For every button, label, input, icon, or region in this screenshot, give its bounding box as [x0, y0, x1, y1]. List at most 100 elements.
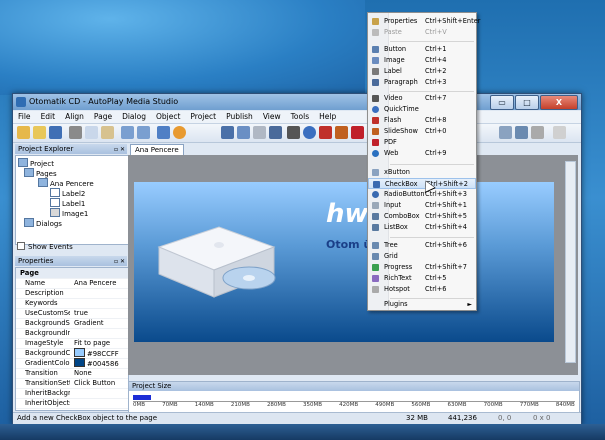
pdf-icon	[372, 139, 379, 146]
close-button[interactable]: X	[540, 95, 578, 110]
menu-item-tree[interactable]: Tree Ctrl+Shift+6	[368, 240, 476, 251]
panel-pin-close-icon[interactable]: ▫ ✕	[114, 257, 125, 267]
menu-item-button[interactable]: Button Ctrl+1	[368, 44, 476, 55]
preview-icon[interactable]	[157, 126, 170, 139]
menu-item-progress[interactable]: Progress Ctrl+Shift+7	[368, 262, 476, 273]
status-position: 0, 0	[498, 414, 512, 422]
ruler-tick: 0MB	[133, 402, 146, 408]
pencil-icon[interactable]	[553, 126, 566, 139]
tree-label1[interactable]: Label1	[50, 198, 85, 208]
menu-project[interactable]: Project	[185, 111, 221, 121]
menu-help[interactable]: Help	[314, 111, 341, 121]
status-dimensions: 0 x 0	[533, 414, 551, 422]
web-icon	[372, 150, 379, 157]
project-size-panel: Project Size 0MB 70MB 140MB 210MB 280MB …	[128, 381, 580, 413]
menu-item-quicktime[interactable]: QuickTime	[368, 104, 476, 115]
tree-project[interactable]: Project	[18, 158, 54, 168]
save-icon[interactable]	[49, 126, 62, 139]
menu-item-hotspot[interactable]: Hotspot Ctrl+6	[368, 284, 476, 295]
mac-mini-image[interactable]	[149, 212, 279, 307]
copy-icon[interactable]	[85, 126, 98, 139]
paragraph-object-icon[interactable]	[269, 126, 282, 139]
menu-align[interactable]: Align	[60, 111, 89, 121]
hotspot-icon	[372, 286, 379, 293]
desktop-background	[0, 0, 365, 95]
video-object-icon[interactable]	[287, 126, 300, 139]
menu-item-listbox[interactable]: ListBox Ctrl+Shift+4	[368, 222, 476, 233]
quicktime-object-icon[interactable]	[303, 126, 316, 139]
menu-item-pdf[interactable]: PDF	[368, 137, 476, 148]
image-object-icon[interactable]	[237, 126, 250, 139]
radiobutton-icon	[372, 191, 379, 198]
show-events-checkbox[interactable]: Show Events	[17, 242, 73, 251]
property-row[interactable]: InheritObjectsF	[16, 398, 128, 409]
menu-item-grid[interactable]: Grid	[368, 251, 476, 262]
tree-ana-pencere[interactable]: Ana Pencere	[38, 178, 94, 188]
menu-item-image[interactable]: Image Ctrl+4	[368, 55, 476, 66]
grid-tool-icon[interactable]	[499, 126, 512, 139]
menu-item-slideshow[interactable]: SlideShow Ctrl+0	[368, 126, 476, 137]
menu-publish[interactable]: Publish	[221, 111, 258, 121]
panel-pin-close-icon[interactable]: ▫ ✕	[114, 145, 125, 155]
button-icon	[372, 46, 379, 53]
menu-item-paragraph[interactable]: Paragraph Ctrl+3	[368, 77, 476, 88]
menu-bar: File Edit Align Page Dialog Object Project Publ…	[13, 111, 581, 124]
menu-object[interactable]: Object	[151, 111, 185, 121]
table-tool-icon[interactable]	[515, 126, 528, 139]
maximize-button[interactable]: □	[515, 95, 539, 110]
menu-edit[interactable]: Edit	[36, 111, 61, 121]
paste-icon[interactable]	[101, 126, 114, 139]
menu-item-plugins[interactable]: Plugins ►	[368, 299, 476, 310]
button-object-icon[interactable]	[221, 126, 234, 139]
cut-icon[interactable]	[69, 126, 82, 139]
app-icon	[16, 97, 26, 107]
status-message: Add a new CheckBox object to the page	[17, 414, 157, 422]
menu-separator	[390, 164, 474, 165]
page-canvas[interactable]: hw om Otom ükleyici	[134, 182, 554, 342]
open-folder-icon[interactable]	[33, 126, 46, 139]
label-icon	[50, 198, 60, 207]
label-icon	[372, 68, 379, 75]
menu-item-paste[interactable]: Paste Ctrl+V	[368, 27, 476, 38]
window-title: Otomatik CD - AutoPlay Media Studio	[29, 97, 179, 106]
tree-pages[interactable]: Pages	[24, 168, 57, 178]
ruler-tick: 350MB	[303, 402, 323, 408]
menu-view[interactable]: View	[258, 111, 286, 121]
menu-item-label[interactable]: Label Ctrl+2	[368, 66, 476, 77]
quicktime-icon	[372, 106, 379, 113]
menu-item-radiobutton[interactable]: RadioButton Ctrl+Shift+3	[368, 189, 476, 200]
wand-icon[interactable]	[17, 126, 30, 139]
menu-item-properties[interactable]: Properties Ctrl+Shift+Enter	[368, 16, 480, 27]
ruler-tick: 840MB	[555, 402, 575, 408]
ruler-tick: 420MB	[339, 402, 359, 408]
undo-icon[interactable]	[121, 126, 134, 139]
pdf-object-icon[interactable]	[351, 126, 364, 139]
menu-item-flash[interactable]: Flash Ctrl+8	[368, 115, 476, 126]
menu-item-richtext[interactable]: RichText Ctrl+5	[368, 273, 476, 284]
menu-dialog[interactable]: Dialog	[117, 111, 151, 121]
taskbar	[0, 424, 605, 440]
hotspot-tool-icon[interactable]	[531, 126, 544, 139]
menu-item-video[interactable]: Video Ctrl+7	[368, 93, 476, 104]
menu-tools[interactable]: Tools	[286, 111, 314, 121]
redo-icon[interactable]	[137, 126, 150, 139]
checkbox-icon	[17, 242, 25, 250]
properties-grid: Page Name Ana Pencere Description Keyword…	[15, 267, 129, 411]
publish-icon[interactable]	[173, 126, 186, 139]
tab-ana-pencere[interactable]: Ana Pencere	[130, 144, 184, 155]
flash-object-icon[interactable]	[319, 126, 332, 139]
menu-page[interactable]: Page	[89, 111, 117, 121]
ruler-tick: 210MB	[230, 402, 250, 408]
minimize-button[interactable]: ▭	[490, 95, 514, 110]
menu-file[interactable]: File	[13, 111, 36, 121]
menu-item-combobox[interactable]: ComboBox Ctrl+Shift+5	[368, 211, 476, 222]
tree-label2[interactable]: Label2	[50, 188, 85, 198]
label-object-icon[interactable]	[253, 126, 266, 139]
menu-item-web[interactable]: Web Ctrl+9	[368, 148, 476, 159]
slideshow-object-icon[interactable]	[335, 126, 348, 139]
tree-dialogs[interactable]: Dialogs	[24, 218, 62, 228]
vertical-scrollbar[interactable]	[565, 161, 576, 363]
menu-item-input[interactable]: Input Ctrl+Shift+1	[368, 200, 476, 211]
menu-item-xbutton[interactable]: xButton	[368, 167, 476, 178]
tree-image1[interactable]: Image1	[50, 208, 88, 218]
